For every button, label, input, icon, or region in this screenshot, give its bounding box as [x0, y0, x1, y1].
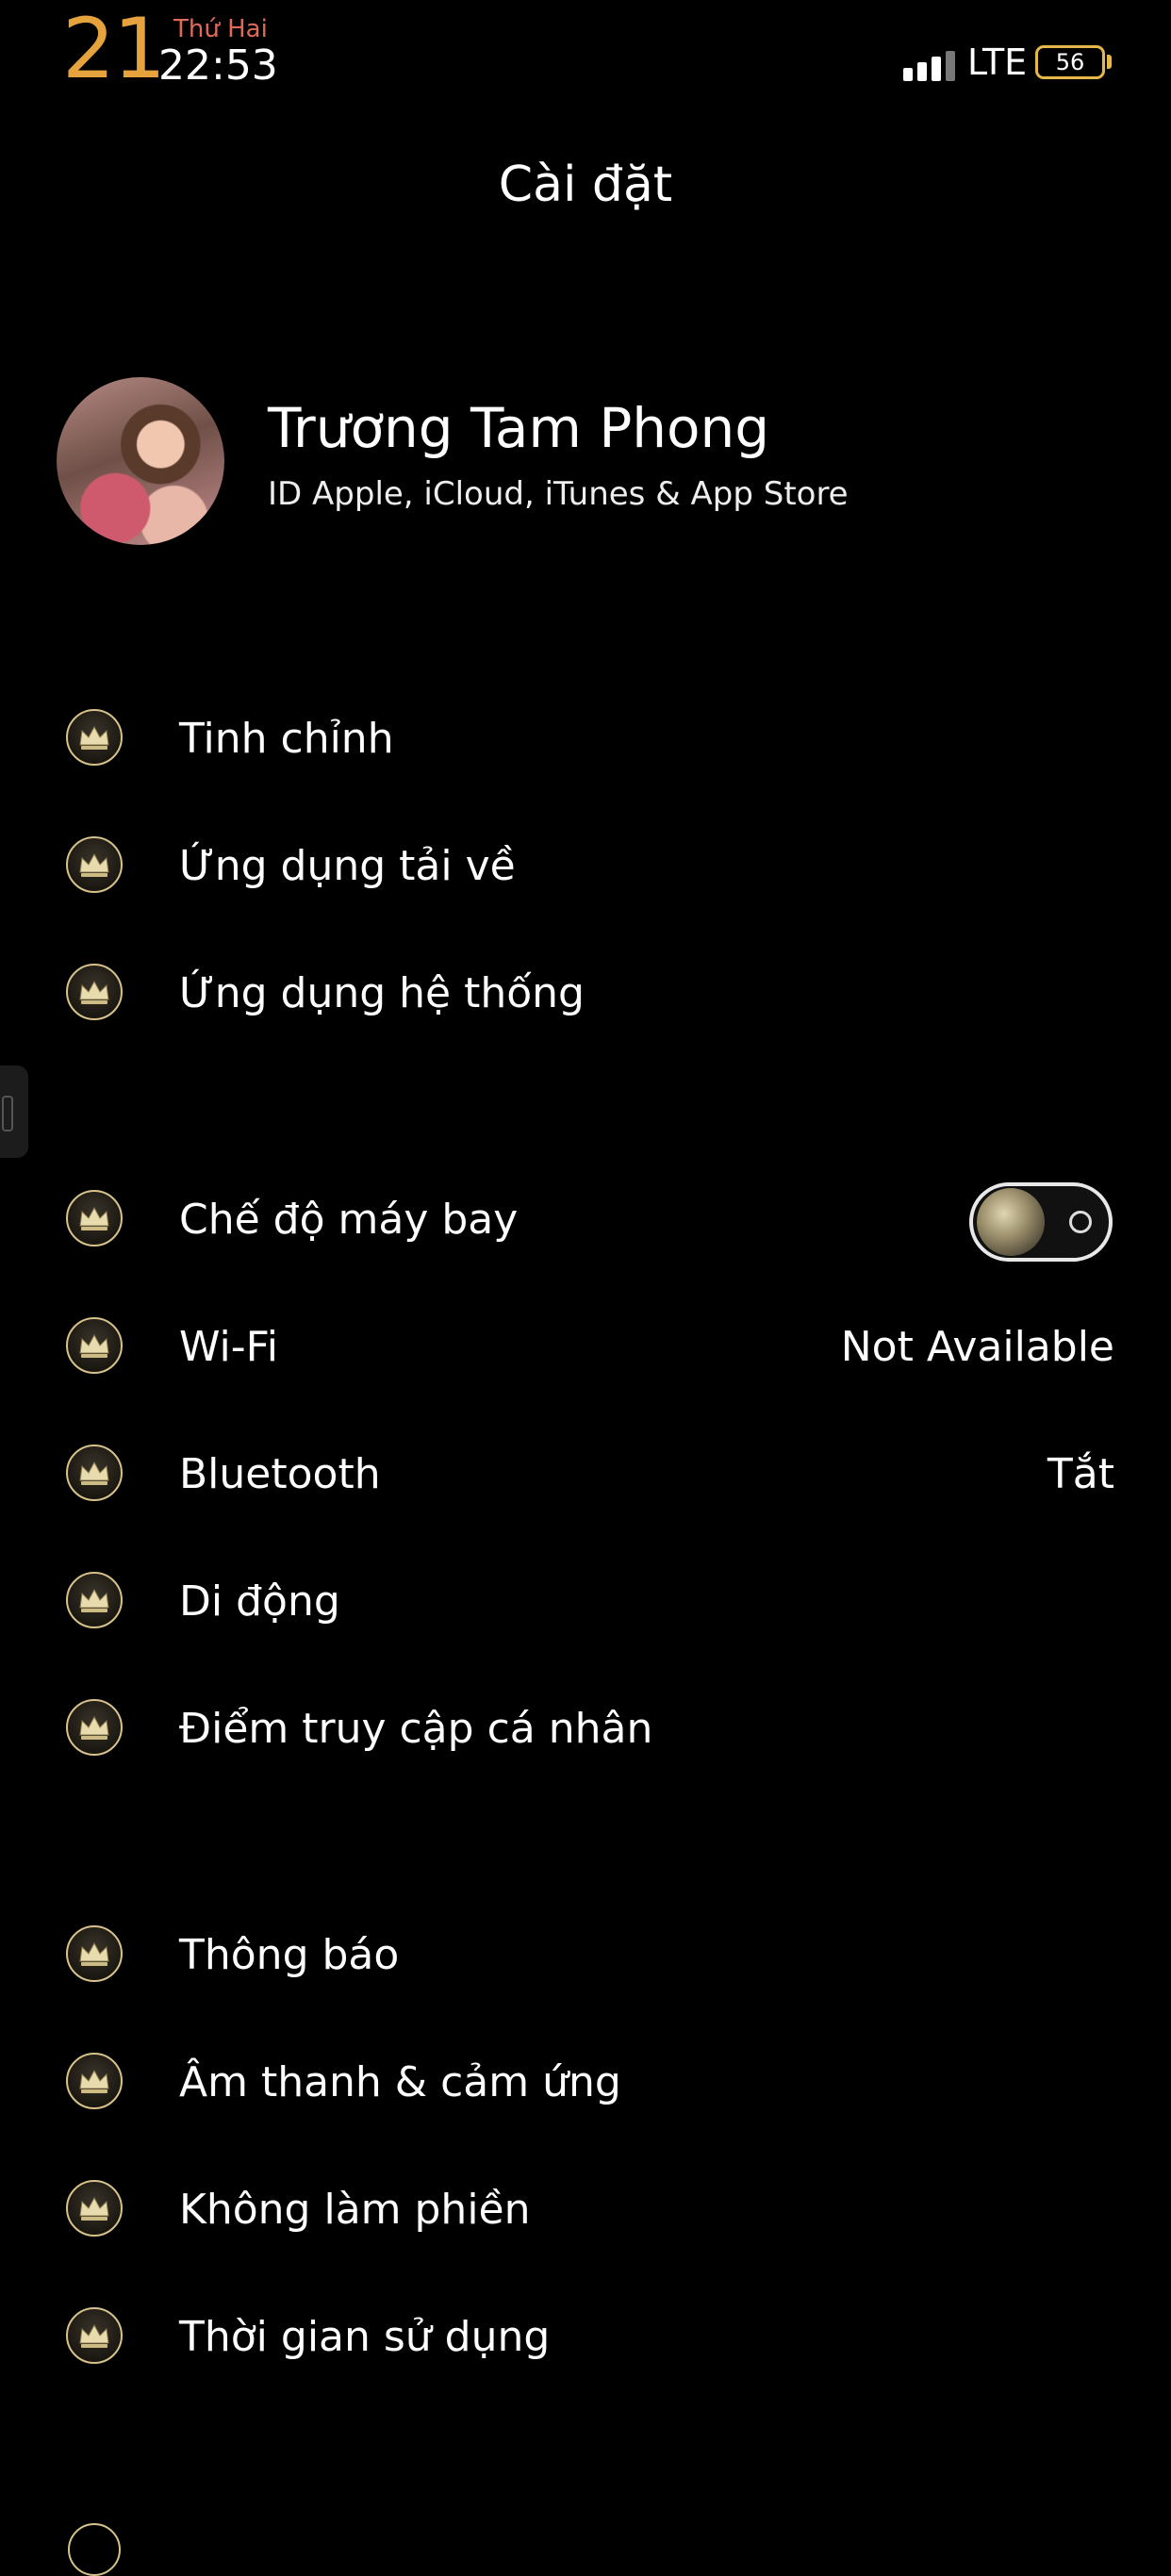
crown-icon	[66, 1317, 123, 1374]
airplane-mode-toggle[interactable]	[969, 1182, 1113, 1262]
settings-item-label: Bluetooth	[179, 1450, 381, 1498]
battery-icon: 56	[1035, 45, 1105, 79]
settings-item-label: Ứng dụng hệ thống	[179, 969, 585, 1017]
status-time: 22:53	[158, 41, 278, 90]
settings-item-bluetooth[interactable]: Bluetooth Tắt	[0, 1428, 1171, 1522]
crown-icon	[66, 1445, 123, 1501]
bluetooth-status-value: Tắt	[1047, 1450, 1114, 1498]
settings-item-cellular[interactable]: Di động	[0, 1555, 1171, 1649]
settings-item-label: Chế độ máy bay	[179, 1196, 519, 1244]
grip-icon	[2, 1096, 13, 1131]
side-drawer-handle[interactable]	[0, 1065, 28, 1158]
toggle-knob	[977, 1188, 1045, 1256]
status-bar: 21 Thứ Hai 22:53 LTE 56	[0, 0, 1171, 104]
profile-name: Trương Tam Phong	[268, 396, 770, 460]
battery-terminal	[1107, 55, 1112, 69]
settings-item-label: Di động	[179, 1577, 340, 1626]
settings-item-label: Thời gian sử dụng	[179, 2313, 551, 2361]
crown-icon	[66, 836, 123, 893]
settings-item-notifications[interactable]: Thông báo	[0, 1908, 1171, 2003]
settings-item-tinh-chinh[interactable]: Tinh chỉnh	[0, 692, 1171, 786]
crown-icon	[66, 2053, 123, 2109]
status-weekday: Thứ Hai	[173, 15, 268, 43]
network-type: LTE	[967, 41, 1028, 83]
crown-icon	[66, 2180, 123, 2237]
crown-icon	[66, 1925, 123, 1982]
settings-item-label: Thông báo	[179, 1931, 400, 1979]
settings-item-personal-hotspot[interactable]: Điểm truy cập cá nhân	[0, 1682, 1171, 1776]
settings-item-airplane-mode[interactable]: Chế độ máy bay	[0, 1173, 1171, 1267]
settings-item-sounds-haptics[interactable]: Âm thanh & cảm ứng	[0, 2036, 1171, 2130]
apple-id-profile-row[interactable]: Trương Tam Phong ID Apple, iCloud, iTune…	[57, 377, 1122, 547]
battery-level: 56	[1055, 49, 1085, 75]
settings-item-label: Âm thanh & cảm ứng	[179, 2058, 621, 2106]
settings-item-downloaded-apps[interactable]: Ứng dụng tải về	[0, 819, 1171, 914]
profile-subtitle: ID Apple, iCloud, iTunes & App Store	[268, 475, 849, 513]
avatar	[57, 377, 224, 545]
settings-item-screen-time[interactable]: Thời gian sử dụng	[0, 2290, 1171, 2385]
crown-icon	[66, 1190, 123, 1247]
crown-icon	[68, 2523, 121, 2576]
settings-item-wifi[interactable]: Wi-Fi Not Available	[0, 1300, 1171, 1395]
crown-icon	[66, 709, 123, 766]
wifi-status-value: Not Available	[840, 1323, 1114, 1371]
page-title: Cài đặt	[498, 157, 673, 213]
crown-icon	[66, 1572, 123, 1628]
crown-icon	[66, 964, 123, 1020]
settings-item-label: Không làm phiền	[179, 2186, 531, 2234]
settings-item-label: Điểm truy cập cá nhân	[179, 1705, 653, 1753]
status-day: 21	[62, 0, 166, 97]
settings-item-do-not-disturb[interactable]: Không làm phiền	[0, 2163, 1171, 2257]
toggle-off-indicator	[1069, 1211, 1092, 1233]
crown-icon	[66, 2307, 123, 2364]
crown-icon	[66, 1699, 123, 1756]
settings-item-label: Wi-Fi	[179, 1323, 278, 1371]
settings-item-label: Ứng dụng tải về	[179, 842, 516, 890]
cellular-signal-icon	[903, 49, 956, 81]
settings-item-label: Tinh chỉnh	[179, 715, 394, 763]
settings-item-system-apps[interactable]: Ứng dụng hệ thống	[0, 947, 1171, 1041]
